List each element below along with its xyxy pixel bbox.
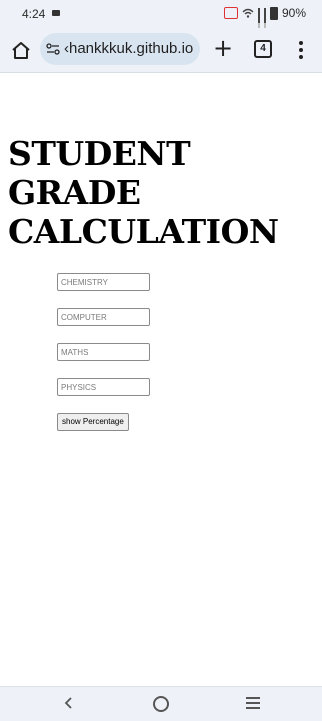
physics-input[interactable] [57, 378, 150, 396]
battery-percent: 90% [281, 6, 306, 20]
home-icon[interactable] [10, 39, 32, 61]
page-title: STUDENT GRADE CALCULATION [8, 134, 279, 251]
more-vert-icon[interactable] [296, 39, 306, 61]
circle-home-icon[interactable] [153, 696, 169, 712]
signal-icon-1 [257, 8, 260, 33]
maths-input[interactable] [57, 343, 150, 361]
back-icon[interactable] [62, 696, 76, 710]
chemistry-input[interactable] [57, 273, 150, 291]
url-bar[interactable]: ‹hankkkuk.github.io [40, 33, 200, 65]
tab-switcher-icon[interactable]: 4 [254, 40, 272, 58]
status-time: 4:24 [22, 7, 46, 21]
signal-icon-2 [263, 8, 266, 33]
status-icons: 90% [223, 6, 306, 33]
computer-input[interactable] [57, 308, 150, 326]
url-text[interactable]: ‹hankkkuk.github.io [64, 40, 198, 57]
battery-icon [269, 6, 278, 20]
show-percentage-button[interactable]: show Percentage [57, 413, 129, 431]
cast-icon [223, 7, 238, 19]
browser-toolbar: ‹hankkkuk.github.io + 4 [0, 28, 322, 73]
site-settings-icon[interactable] [46, 42, 60, 56]
status-bar: 4:24 90% [0, 0, 322, 33]
plus-icon[interactable]: + [210, 36, 236, 62]
recents-icon[interactable] [246, 697, 260, 712]
system-nav-bar [0, 686, 322, 721]
screen-record-icon [52, 10, 60, 16]
wifi-icon [242, 8, 254, 18]
